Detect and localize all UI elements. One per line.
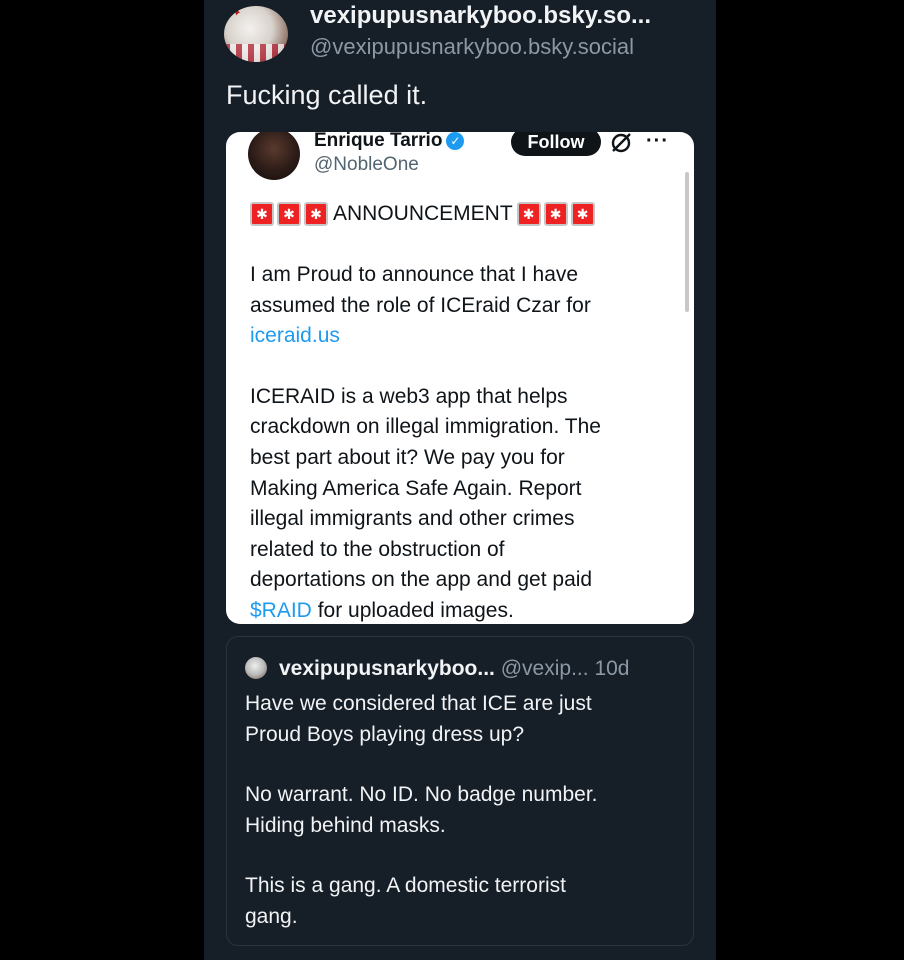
embedded-author-handle: @NobleOne [314, 154, 419, 175]
siren-emoji-icon: ✱ [516, 202, 541, 226]
embedded-author-name: Enrique Tarrio ✓ [314, 132, 465, 152]
embedded-avatar [248, 132, 300, 180]
quoted-post-paragraph-2: No warrant. No ID. No badge number. Hidi… [245, 783, 598, 837]
quoted-post-card[interactable]: vexipupusnarkyboo... @vexip... 10d Have … [226, 636, 694, 946]
quoted-post-paragraph-1: Have we considered that ICE are just Pro… [245, 692, 592, 746]
quoted-post-timestamp: 10d [594, 657, 630, 680]
siren-emoji-icon: ✱ [570, 202, 595, 226]
embedded-paragraph-2: ICERAID is a web3 app that helps crackdo… [250, 384, 601, 592]
quoted-post-author-name[interactable]: vexipupusnarkyboo... [279, 657, 495, 680]
avatar[interactable]: ✦ [224, 6, 288, 62]
embedded-paragraph-1-line-2: assumed the role of ICEraid Czar for [250, 293, 591, 317]
more-options-icon: ··· [646, 132, 669, 152]
siren-emoji-icon: ✱ [277, 202, 301, 226]
embedded-tweet-body: I am Proud to announce that I have assum… [250, 260, 670, 624]
quoted-post-meta: vexipupusnarkyboo... @vexip... 10d [279, 657, 629, 681]
scrollbar-thumb [685, 172, 689, 312]
siren-emoji-icon: ✱ [304, 202, 328, 226]
follow-button: Follow [511, 132, 601, 156]
author-display-name[interactable]: vexipupusnarkyboo.bsky.so... [310, 2, 651, 30]
siren-emoji-icon: ✱ [250, 202, 274, 226]
avatar-flag-stripes [224, 44, 288, 62]
verified-check-icon: ✓ [446, 132, 465, 150]
siren-emoji-icon: ✱ [543, 202, 568, 226]
embedded-tweet-screenshot[interactable]: Enrique Tarrio ✓ @NobleOne Follow ··· ✱ ✱… [226, 132, 694, 624]
author-handle[interactable]: @vexipupusnarkyboo.bsky.social [310, 34, 634, 60]
quoted-post-body: Have we considered that ICE are just Pro… [245, 689, 675, 933]
quoted-post-avatar[interactable] [245, 657, 267, 679]
embedded-paragraph-1-line-1: I am Proud to announce that I have [250, 263, 579, 286]
quoted-post-author-handle: @vexip... [500, 657, 589, 680]
grok-icon [611, 133, 631, 153]
quoted-post-paragraph-3: This is a gang. A domestic terrorist gan… [245, 874, 566, 928]
post-header: ✦ vexipupusnarkyboo.bsky.so... @vexipupu… [224, 2, 704, 62]
iceraid-link: iceraid.us [250, 324, 340, 348]
post-text: Fucking called it. [226, 80, 428, 110]
post-screen: ✦ vexipupusnarkyboo.bsky.so... @vexipupu… [204, 0, 716, 960]
announcement-line: ✱ ✱ ✱ ANNOUNCEMENT ✱ ✱ ✱ [250, 202, 598, 226]
embedded-author-name-text: Enrique Tarrio [314, 132, 443, 151]
announcement-text: ANNOUNCEMENT [333, 202, 513, 225]
embedded-paragraph-2-tail: for uploaded images. [311, 598, 514, 622]
raid-cashtag-link: $RAID [250, 598, 312, 622]
avatar-decoration: ✦ [232, 8, 241, 19]
